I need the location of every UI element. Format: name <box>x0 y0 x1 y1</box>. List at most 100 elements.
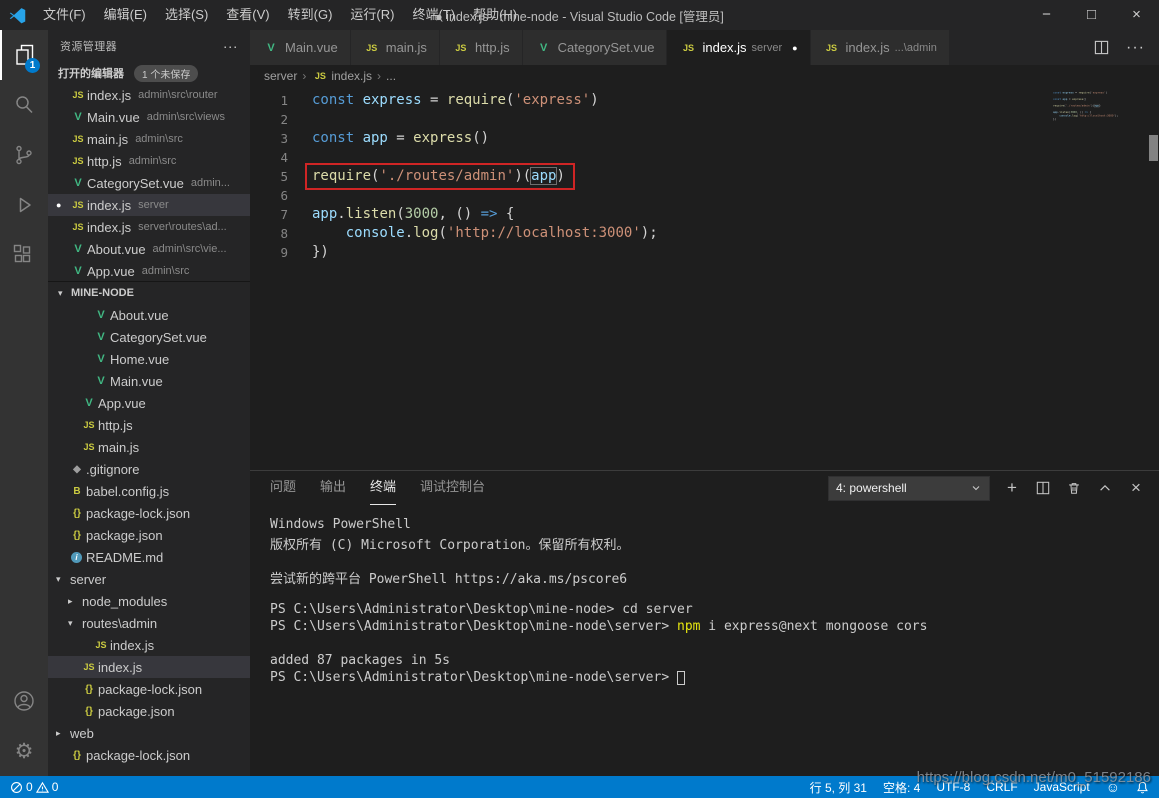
split-editor-icon[interactable] <box>1092 39 1110 57</box>
window-title: ● index.js - mine-node - Visual Studio C… <box>435 9 724 24</box>
menu-f[interactable]: 文件(F) <box>34 0 95 30</box>
tab-categoryset-vue[interactable]: V CategorySet.vue <box>522 30 668 65</box>
code-text: const app = express() <box>312 129 489 148</box>
scrollbar-thumb[interactable] <box>1149 135 1158 161</box>
explorer-icon[interactable]: 1 <box>0 30 48 80</box>
tree-file-item[interactable]: i README.md <box>48 546 250 568</box>
open-editor-item[interactable]: V CategorySet.vue admin... <box>48 172 250 194</box>
open-editor-item[interactable]: JS main.js admin\src <box>48 128 250 150</box>
source-control-icon[interactable] <box>0 130 48 180</box>
settings-gear-icon[interactable]: ⚙ <box>0 726 48 776</box>
tab-main-vue[interactable]: V Main.vue <box>250 30 351 65</box>
file-path: server <box>138 199 169 211</box>
maximize-button[interactable]: □ <box>1069 0 1114 30</box>
menu-s[interactable]: 选择(S) <box>156 0 217 30</box>
tree-folder-item[interactable]: ▸ node_modules <box>48 590 250 612</box>
code-token: log <box>413 225 439 241</box>
tab-http-js[interactable]: JS http.js <box>439 30 523 65</box>
workspace-header[interactable]: ▾ MINE-NODE <box>48 282 250 304</box>
babel-file-icon: B <box>73 485 81 497</box>
file-path: admin\src <box>135 133 183 145</box>
tree-file-item[interactable]: {} package.json <box>48 700 250 722</box>
maximize-panel-icon[interactable] <box>1096 479 1114 497</box>
tree-file-item[interactable]: ◆ .gitignore <box>48 458 250 480</box>
open-editor-item[interactable]: JS index.js server\routes\ad... <box>48 216 250 238</box>
indentation-status[interactable]: 空格: 4 <box>883 779 920 796</box>
tab-index-js[interactable]: JS index.js ...\admin <box>810 30 950 65</box>
code-token: . <box>404 225 414 241</box>
file-path: admin\src\router <box>138 89 218 101</box>
json-file-icon: {} <box>73 507 81 519</box>
tree-file-item[interactable]: {} package-lock.json <box>48 744 250 766</box>
breadcrumb-separator: › <box>377 69 382 83</box>
vue-file-icon: V <box>74 111 82 123</box>
close-button[interactable]: × <box>1114 0 1159 30</box>
panel-tab-[interactable]: 调试控制台 <box>420 471 485 505</box>
js-file-icon: JS <box>366 42 378 53</box>
terminal-output[interactable]: Windows PowerShell 版权所有 (C) Microsoft Cor… <box>250 505 1159 776</box>
tree-file-item[interactable]: JS main.js <box>48 436 250 458</box>
minimize-button[interactable]: − <box>1024 0 1069 30</box>
more-actions-icon[interactable]: ··· <box>1126 39 1145 57</box>
tab-label: index.js <box>845 40 890 55</box>
terminal-selector[interactable]: 4: powershell <box>828 475 990 501</box>
open-editor-item[interactable]: V About.vue admin\src\vie... <box>48 238 250 260</box>
open-editor-item[interactable]: V Main.vue admin\src\views <box>48 106 250 128</box>
breadcrumb-separator: › <box>302 69 307 83</box>
js-file-icon: JS <box>83 662 95 672</box>
panel-tab-[interactable]: 问题 <box>270 471 296 505</box>
split-terminal-icon[interactable] <box>1034 479 1052 497</box>
search-icon[interactable] <box>0 80 48 130</box>
open-editor-item[interactable]: V App.vue admin\src <box>48 260 250 282</box>
menu-v[interactable]: 查看(V) <box>217 0 278 30</box>
code-editor[interactable]: 1 const express = require('express') 2 3 con… <box>250 87 1159 470</box>
sidebar-more-actions-icon[interactable]: ··· <box>223 38 238 54</box>
tree-file-item[interactable]: JS http.js <box>48 414 250 436</box>
cursor-position[interactable]: 行 5, 列 31 <box>810 779 867 796</box>
extensions-icon[interactable] <box>0 230 48 280</box>
menu-r[interactable]: 运行(R) <box>341 0 403 30</box>
code-text: console.log('http://localhost:3000'); <box>312 224 658 243</box>
breadcrumb-item[interactable]: JS index.js <box>311 69 372 83</box>
terminal-text: i express@next mongoose cors <box>700 619 928 634</box>
open-editor-item[interactable]: JS index.js admin\src\router <box>48 84 250 106</box>
file-name: Main.vue <box>110 373 163 389</box>
tab-index-js[interactable]: JS index.js server ● <box>667 30 811 65</box>
open-editors-header[interactable]: 打开的编辑器 1 个未保存 <box>48 62 250 84</box>
file-name: server <box>70 571 107 587</box>
menu-g[interactable]: 转到(G) <box>279 0 342 30</box>
close-panel-icon[interactable]: × <box>1127 478 1145 497</box>
breadcrumb-item[interactable]: ... <box>386 69 396 83</box>
tree-file-item[interactable]: V Main.vue <box>48 370 250 392</box>
open-editor-item[interactable]: ● JS index.js server <box>48 194 250 216</box>
tree-file-item[interactable]: {} package-lock.json <box>48 678 250 700</box>
tree-file-item[interactable]: JS index.js <box>48 634 250 656</box>
panel-tab-[interactable]: 输出 <box>320 471 346 505</box>
tree-file-item[interactable]: {} package.json <box>48 524 250 546</box>
tree-folder-item[interactable]: ▾ routes\admin <box>48 612 250 634</box>
file-name: Home.vue <box>110 351 170 367</box>
kill-terminal-trash-icon[interactable] <box>1065 479 1083 497</box>
tree-file-item[interactable]: V App.vue <box>48 392 250 414</box>
tree-file-item[interactable]: Bbabel.config.js <box>48 480 250 502</box>
account-icon[interactable] <box>0 676 48 726</box>
problems-status[interactable]: 0 0 <box>10 780 58 794</box>
run-debug-icon[interactable] <box>0 180 48 230</box>
tree-file-item[interactable]: V CategorySet.vue <box>48 326 250 348</box>
tree-file-item[interactable]: V About.vue <box>48 304 250 326</box>
tree-folder-item[interactable]: ▾ server <box>48 568 250 590</box>
menu-e[interactable]: 编辑(E) <box>95 0 156 30</box>
open-editor-item[interactable]: JS http.js admin\src <box>48 150 250 172</box>
tree-file-item[interactable]: V Home.vue <box>48 348 250 370</box>
tab-main-js[interactable]: JS main.js <box>350 30 440 65</box>
panel-tab-[interactable]: 终端 <box>370 471 397 505</box>
new-terminal-icon[interactable]: + <box>1003 478 1021 497</box>
tree-file-item[interactable]: JS index.js <box>48 656 250 678</box>
chevron-right-icon: ▸ <box>56 727 61 738</box>
breadcrumb-item[interactable]: server <box>264 69 297 83</box>
file-name: CategorySet.vue <box>110 329 207 345</box>
tree-folder-item[interactable]: ▸ web <box>48 722 250 744</box>
minimap[interactable]: const express = require('express') const … <box>1053 91 1145 211</box>
tree-file-item[interactable]: {} package-lock.json <box>48 502 250 524</box>
